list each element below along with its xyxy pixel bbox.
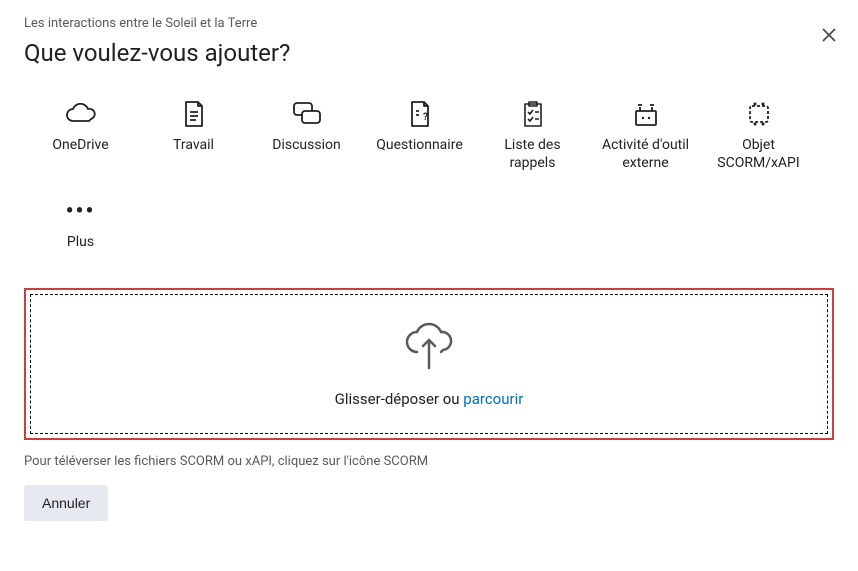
help-text: Pour téléverser les fichiers SCORM ou xA…: [24, 454, 834, 469]
checklist-icon: [521, 99, 545, 129]
svg-text:?: ?: [423, 112, 428, 123]
tile-label: Liste des rappels: [480, 137, 585, 172]
tile-discussion[interactable]: Discussion: [250, 87, 363, 184]
breadcrumb: Les interactions entre le Soleil et la T…: [24, 16, 834, 31]
quiz-icon: ?: [408, 99, 432, 129]
onedrive-icon: [65, 99, 97, 129]
tile-external-tool[interactable]: Activité d'outil externe: [589, 87, 702, 184]
dropzone-highlight: Glisser-déposer ou parcourir: [24, 288, 834, 440]
tile-checklist[interactable]: Liste des rappels: [476, 87, 589, 184]
upload-cloud-icon: [401, 320, 457, 376]
tile-label: Discussion: [272, 137, 340, 155]
tile-label: Activité d'outil externe: [593, 137, 698, 172]
tile-scorm[interactable]: Objet SCORM/xAPI: [702, 87, 815, 184]
tile-more[interactable]: ••• Plus: [24, 184, 137, 264]
external-tool-icon: [632, 99, 660, 129]
page-title: Que voulez-vous ajouter?: [24, 39, 834, 67]
tile-label: Travail: [173, 137, 214, 155]
tile-label: Plus: [67, 234, 94, 252]
assignment-icon: [182, 99, 206, 129]
file-dropzone[interactable]: Glisser-déposer ou parcourir: [30, 294, 828, 434]
close-button[interactable]: [818, 24, 840, 49]
close-icon: [822, 28, 836, 42]
tile-travail[interactable]: Travail: [137, 87, 250, 184]
tile-onedrive[interactable]: OneDrive: [24, 87, 137, 184]
dropzone-text: Glisser-déposer ou parcourir: [335, 390, 524, 408]
activity-grid: OneDrive Travail Discussion ? Questionna…: [24, 87, 834, 264]
tile-label: OneDrive: [52, 137, 108, 155]
tile-label: Questionnaire: [376, 137, 463, 155]
more-icon: •••: [66, 196, 96, 226]
tile-questionnaire[interactable]: ? Questionnaire: [363, 87, 476, 184]
discussion-icon: [292, 99, 322, 129]
scorm-icon: [746, 99, 772, 129]
cancel-button[interactable]: Annuler: [24, 485, 108, 521]
dropzone-prefix: Glisser-déposer ou: [335, 390, 464, 408]
browse-link[interactable]: parcourir: [463, 390, 523, 408]
tile-label: Objet SCORM/xAPI: [706, 137, 811, 172]
